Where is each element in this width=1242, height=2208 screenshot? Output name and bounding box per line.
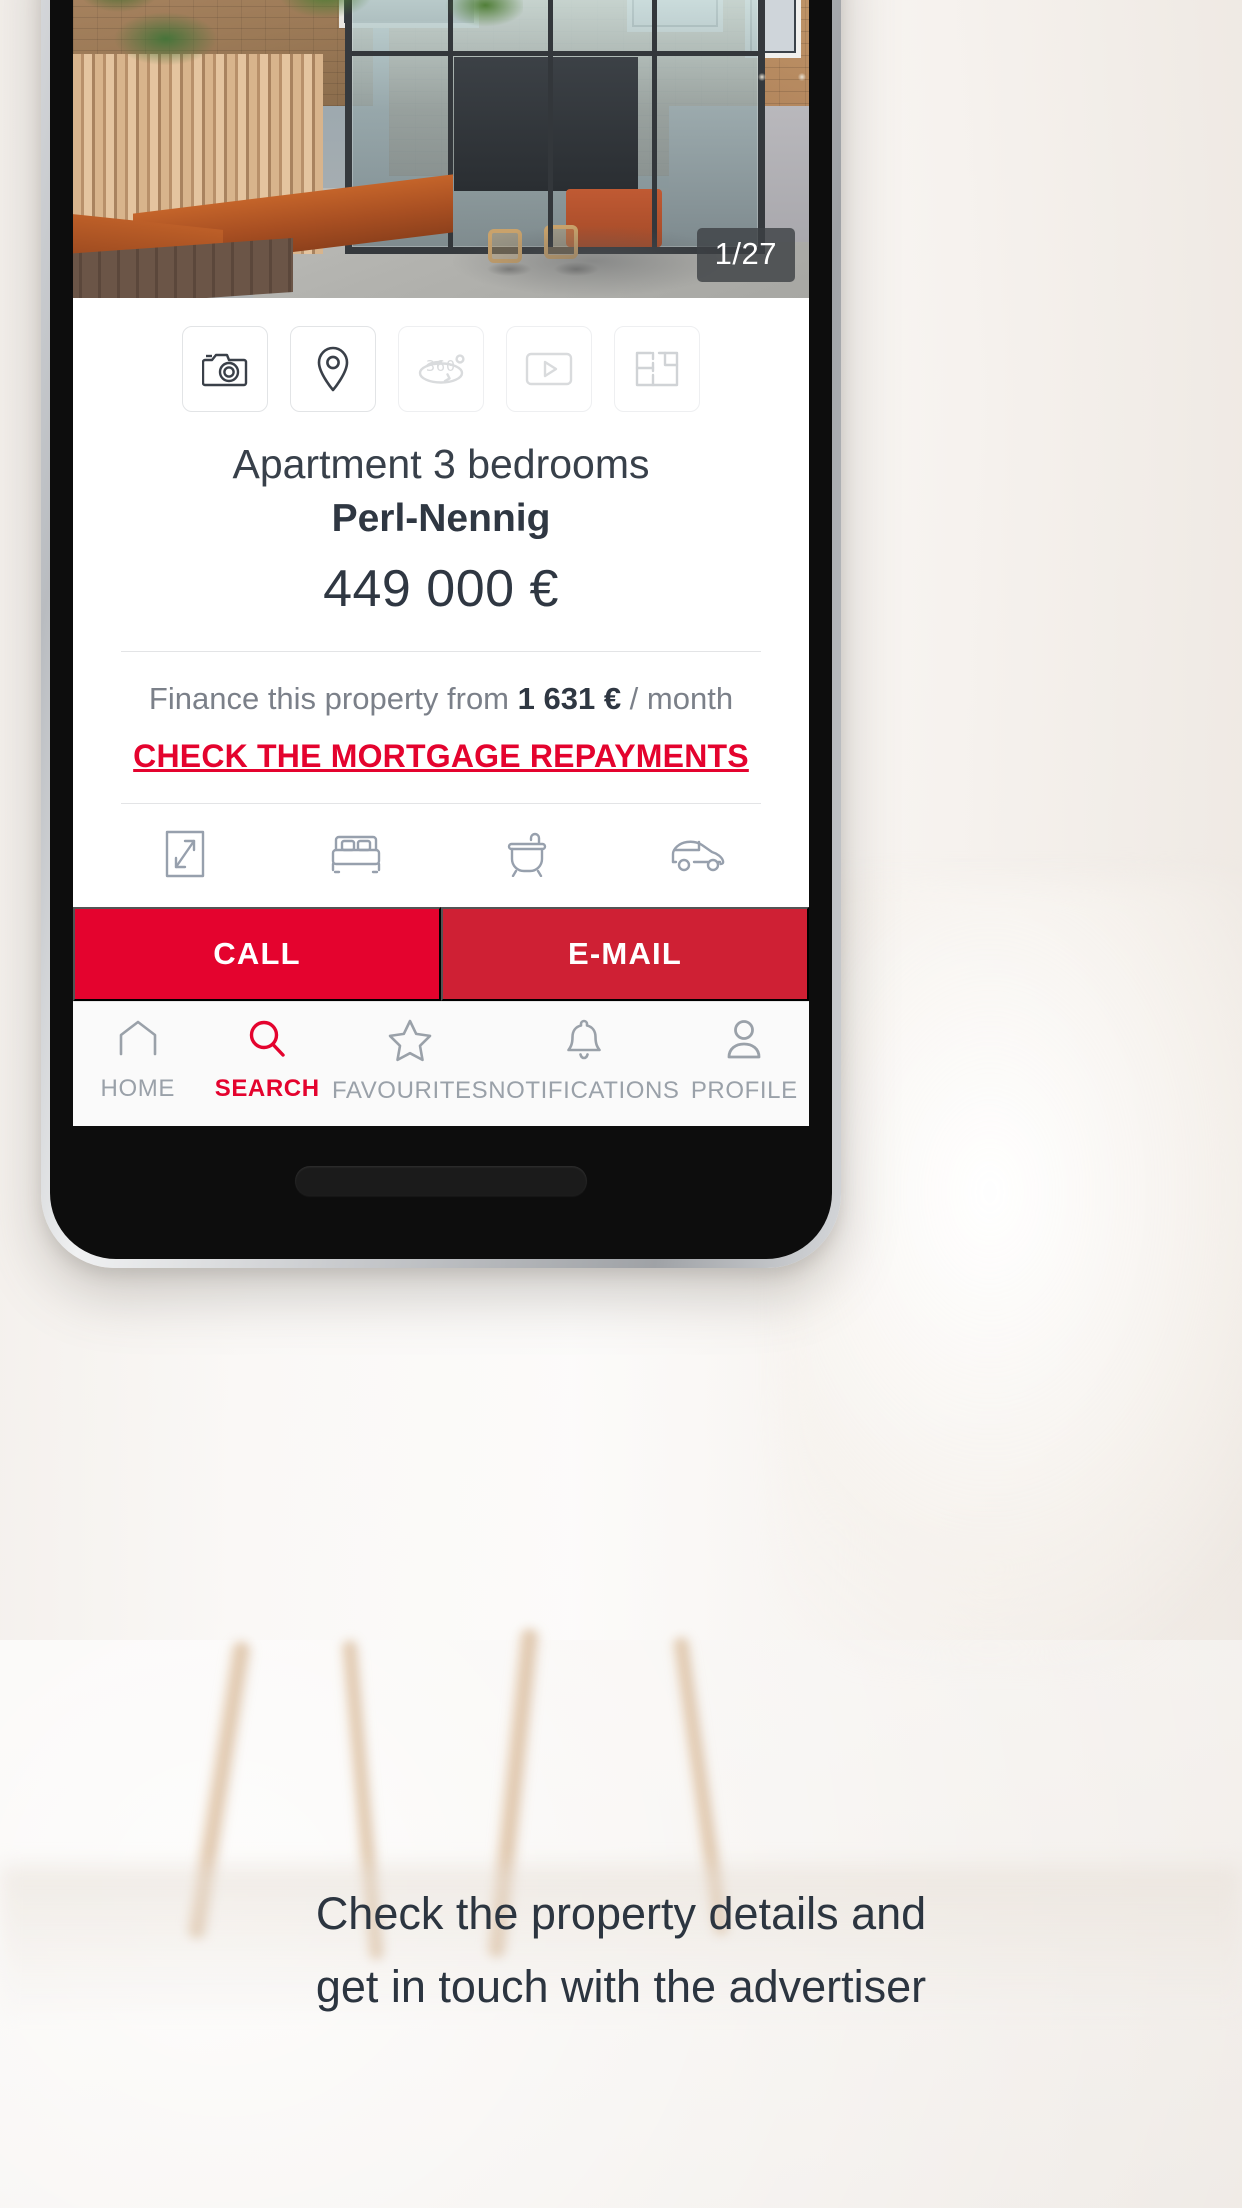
bottom-navigation: HOME SEARCH FAVOURITES NOTIFICATIONS PRO… xyxy=(73,1001,809,1126)
listing-city: Perl-Nennig xyxy=(331,497,551,541)
listing-price: 449 000 € xyxy=(323,560,559,619)
media-chip-virtual-tour[interactable]: 360 xyxy=(398,326,484,412)
feature-bedrooms xyxy=(270,832,441,881)
nav-label-home: HOME xyxy=(100,1075,175,1103)
speaker-grille xyxy=(295,1166,587,1196)
search-icon xyxy=(246,1018,288,1065)
nav-item-home[interactable]: HOME xyxy=(73,1018,202,1103)
bed-icon xyxy=(328,832,384,881)
media-chip-photos[interactable] xyxy=(182,326,268,412)
contact-action-bar: CALL E-MAIL xyxy=(73,907,809,1002)
media-chip-video[interactable] xyxy=(506,326,592,412)
feature-bathrooms xyxy=(441,831,612,882)
email-button[interactable]: E-MAIL xyxy=(441,907,809,1002)
person-icon xyxy=(724,1018,764,1067)
promo-caption-line-1: Check the property details and xyxy=(315,1888,927,1939)
photo-counter-badge: 1/27 xyxy=(696,228,795,282)
surface-area-icon xyxy=(165,830,205,883)
photo-ceiling-lights xyxy=(752,69,809,85)
media-chip-map[interactable] xyxy=(290,326,376,412)
home-icon xyxy=(116,1018,160,1065)
call-button[interactable]: CALL xyxy=(73,907,441,1002)
camera-icon xyxy=(202,349,248,389)
360-icon: 360 xyxy=(415,349,467,389)
nav-label-profile: PROFILE xyxy=(690,1077,798,1105)
bathtub-icon xyxy=(501,831,553,882)
media-chip-floor-plan[interactable] xyxy=(614,326,700,412)
photo-tree xyxy=(73,0,523,106)
listing-title: Apartment 3 bedrooms xyxy=(232,441,650,487)
phone-bezel: 1/27 360 Apartment 3 bedrooms Perl-Nenni… xyxy=(50,0,832,1259)
nav-label-notifications: NOTIFICATIONS xyxy=(488,1077,680,1105)
feature-icon-row xyxy=(73,804,809,908)
finance-amount: 1 631 € xyxy=(517,680,622,716)
photo-mullion xyxy=(652,0,657,247)
nav-label-search: SEARCH xyxy=(214,1075,320,1103)
nav-item-notifications[interactable]: NOTIFICATIONS xyxy=(488,1018,679,1105)
feature-parking xyxy=(612,834,783,879)
svg-text:360: 360 xyxy=(426,357,456,375)
floor-plan-icon xyxy=(635,351,679,387)
nav-item-search[interactable]: SEARCH xyxy=(202,1018,331,1103)
property-photo[interactable]: 1/27 xyxy=(73,0,809,298)
phone-screen: 1/27 360 Apartment 3 bedrooms Perl-Nenni… xyxy=(73,0,809,1126)
promo-caption: Check the property details and get in to… xyxy=(0,1878,1242,2024)
bell-icon xyxy=(565,1018,603,1067)
car-icon xyxy=(669,834,727,879)
video-play-icon xyxy=(525,351,573,387)
finance-text: Finance this property from 1 631 € / mon… xyxy=(103,678,779,720)
finance-block: Finance this property from 1 631 € / mon… xyxy=(73,651,809,778)
nav-item-favourites[interactable]: FAVOURITES xyxy=(332,1018,488,1105)
photo-shadow xyxy=(453,226,733,296)
star-icon xyxy=(387,1018,433,1067)
feature-surface-area xyxy=(99,830,270,883)
finance-prefix: Finance this property from xyxy=(148,680,518,716)
mortgage-cta-link[interactable]: CHECK THE MORTGAGE REPAYMENTS xyxy=(133,736,749,778)
photo-mullion xyxy=(548,0,553,247)
listing-info: Apartment 3 bedrooms Perl-Nennig 449 000… xyxy=(73,424,809,621)
promo-caption-line-2: get in touch with the advertiser xyxy=(315,1960,927,2012)
background-blanket xyxy=(782,880,1242,1660)
nav-item-profile[interactable]: PROFILE xyxy=(680,1018,809,1105)
map-pin-icon xyxy=(316,346,350,392)
finance-suffix: / month xyxy=(621,680,734,716)
phone-device: 1/27 360 Apartment 3 bedrooms Perl-Nenni… xyxy=(41,0,841,1268)
nav-label-favourites: FAVOURITES xyxy=(331,1077,489,1105)
media-chip-row: 360 xyxy=(73,298,809,424)
